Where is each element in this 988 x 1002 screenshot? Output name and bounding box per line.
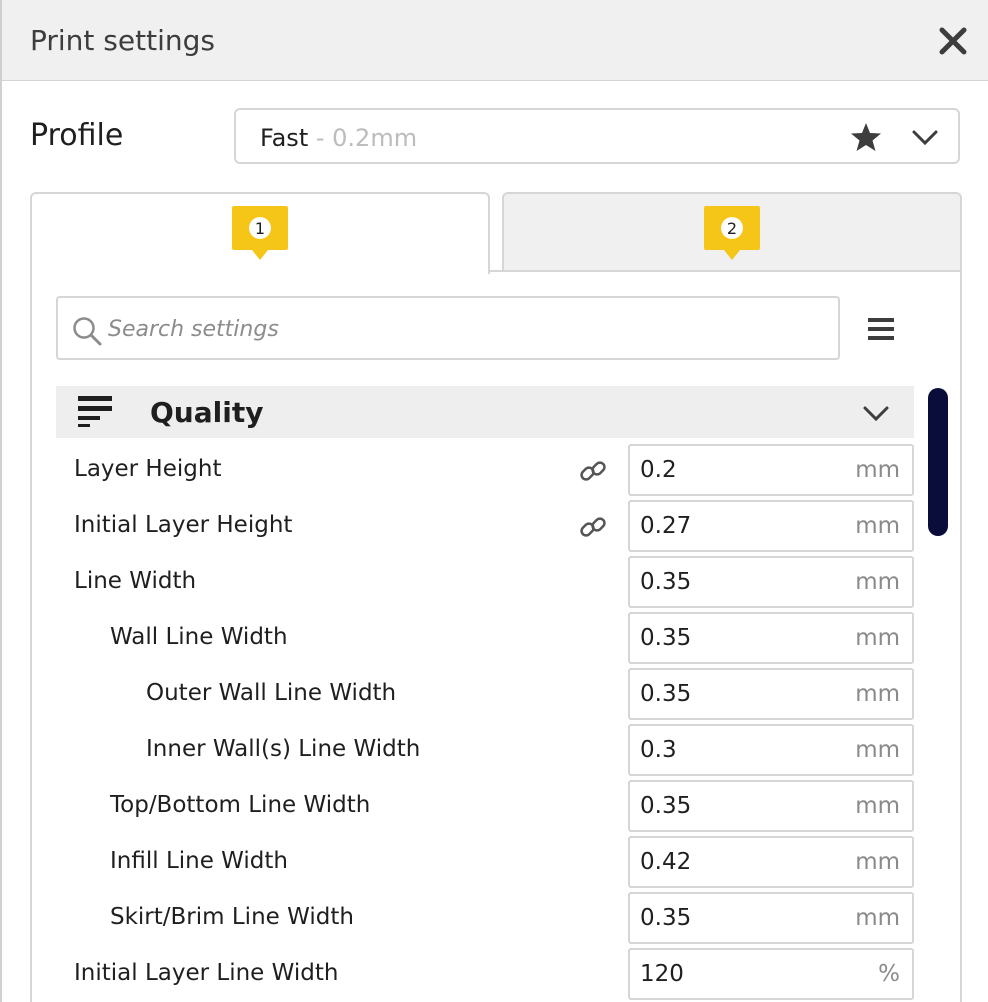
setting-label: Line Width [74,568,197,594]
setting-label: Layer Height [74,456,222,482]
setting-value: 0.35 [640,793,692,819]
setting-value-field[interactable]: 0.35 mm [628,892,914,944]
setting-row: Inner Wall(s) Line Width 0.3 mm [56,724,914,776]
setting-value: 0.35 [640,569,692,595]
setting-unit: mm [855,849,900,875]
setting-row: Wall Line Width 0.35 mm [56,612,914,664]
extruder-1-badge: 1 [232,206,288,260]
setting-row: Layer Height 0.2 mm [56,444,914,496]
star-icon[interactable] [850,122,882,152]
setting-unit: mm [855,457,900,483]
profile-name: Fast [260,124,309,152]
setting-value-field[interactable]: 120% [628,948,914,1000]
panel-border [960,272,962,1002]
window-left-border [0,80,2,1002]
link-icon[interactable] [578,456,608,486]
panel-border [488,270,962,272]
setting-value: 120 [640,961,684,987]
profile-sub: - 0.2mm [308,124,418,152]
badge-1-text: 1 [255,219,265,238]
profile-value: Fast - 0.2mm [260,124,417,152]
hamburger-menu-icon[interactable] [866,316,896,342]
setting-unit: % [878,961,900,987]
setting-value-field[interactable]: 0.35 mm [628,612,914,664]
window-title: Print settings [30,24,215,57]
setting-row: Outer Wall Line Width 0.35 mm [56,668,914,720]
quality-icon [78,396,112,427]
setting-label: Infill Line Width [110,848,289,874]
panel-border [30,272,32,1002]
setting-value: 0.42 [640,849,692,875]
badge-2-text: 2 [727,219,737,238]
setting-value-field[interactable]: 0.35 mm [628,780,914,832]
setting-label: Initial Layer Height [74,512,293,538]
setting-value: 0.27 [640,513,692,539]
setting-row: Top/Bottom Line Width 0.35 mm [56,780,914,832]
setting-value: 0.35 [640,625,692,651]
setting-label: Initial Layer Line Width [74,960,339,986]
setting-value-field[interactable]: 0.27 mm [628,500,914,552]
setting-value: 0.35 [640,681,692,707]
setting-value-field[interactable]: 0.2 mm [628,444,914,496]
setting-row: Infill Line Width 0.42 mm [56,836,914,888]
setting-unit: mm [855,905,900,931]
setting-value: 0.35 [640,905,692,931]
setting-unit: mm [855,681,900,707]
setting-label: Inner Wall(s) Line Width [146,736,421,762]
link-icon[interactable] [578,512,608,542]
chevron-down-icon[interactable] [862,402,890,424]
window-titlebar: Print settings [0,0,988,81]
tab-extruder-2[interactable]: 2 [502,192,962,272]
setting-unit: mm [855,569,900,595]
setting-value-field[interactable]: 0.3 mm [628,724,914,776]
search-input[interactable] [106,306,810,352]
tab-extruder-1[interactable]: 1 [30,192,490,274]
setting-label: Wall Line Width [110,624,288,650]
setting-unit: mm [855,513,900,539]
setting-value-field[interactable]: 0.35 mm [628,668,914,720]
setting-value-field[interactable]: 0.35 mm [628,556,914,608]
setting-label: Top/Bottom Line Width [110,792,371,818]
setting-value: 0.2 [640,457,677,483]
setting-row: Line Width 0.35 mm [56,556,914,608]
section-header-quality[interactable]: Quality [56,386,914,438]
setting-row: Skirt/Brim Line Width 0.35 mm [56,892,914,944]
setting-row: Initial Layer Line Width 120% [56,948,914,1000]
chevron-down-icon[interactable] [910,124,940,150]
setting-label: Skirt/Brim Line Width [110,904,354,930]
setting-value-field[interactable]: 0.42 mm [628,836,914,888]
profile-select[interactable]: Fast - 0.2mm [234,108,960,164]
setting-unit: mm [855,737,900,763]
profile-label: Profile [30,118,124,153]
search-icon [73,317,102,346]
search-box[interactable] [56,296,840,360]
extruder-2-badge: 2 [704,206,760,260]
scrollbar-thumb[interactable] [928,388,948,536]
section-title: Quality [150,396,264,429]
setting-value: 0.3 [640,737,677,763]
setting-label: Outer Wall Line Width [146,680,397,706]
setting-unit: mm [855,793,900,819]
setting-row: Initial Layer Height 0.27 mm [56,500,914,552]
setting-unit: mm [855,625,900,651]
close-icon[interactable] [936,24,970,58]
